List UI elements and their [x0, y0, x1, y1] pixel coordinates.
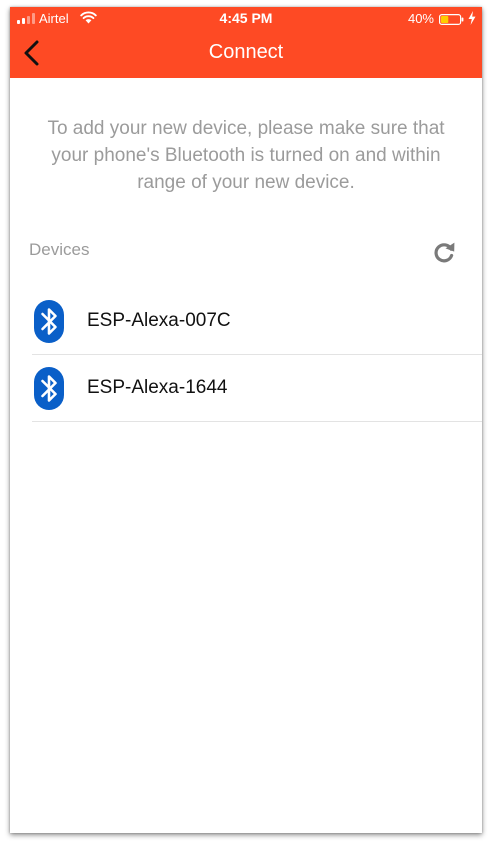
device-row[interactable]: ESP-Alexa-007C	[10, 288, 482, 355]
app-header: Airtel 4:45 PM 40% Connect	[10, 7, 482, 78]
page-title: Connect	[208, 41, 284, 63]
instructions-text: To add your new device, please make sure…	[47, 118, 445, 193]
device-list: ESP-Alexa-007C ESP-Alexa-1644	[10, 288, 482, 422]
refresh-button[interactable]	[431, 239, 457, 265]
battery-percent: 40%	[407, 11, 434, 26]
battery-icon	[439, 13, 464, 26]
status-bar: Airtel 4:45 PM 40%	[10, 7, 482, 29]
devices-section-label: Devices	[29, 240, 90, 259]
phone-screen: Airtel 4:45 PM 40% Connect To add your n…	[10, 7, 482, 833]
bluetooth-icon	[34, 300, 64, 343]
device-row[interactable]: ESP-Alexa-1644	[10, 355, 482, 422]
refresh-icon	[434, 242, 455, 263]
divider	[32, 421, 482, 422]
bluetooth-icon	[34, 367, 64, 410]
device-name: ESP-Alexa-1644	[87, 377, 228, 398]
charging-bolt-icon	[468, 11, 476, 25]
device-name: ESP-Alexa-007C	[87, 310, 231, 331]
